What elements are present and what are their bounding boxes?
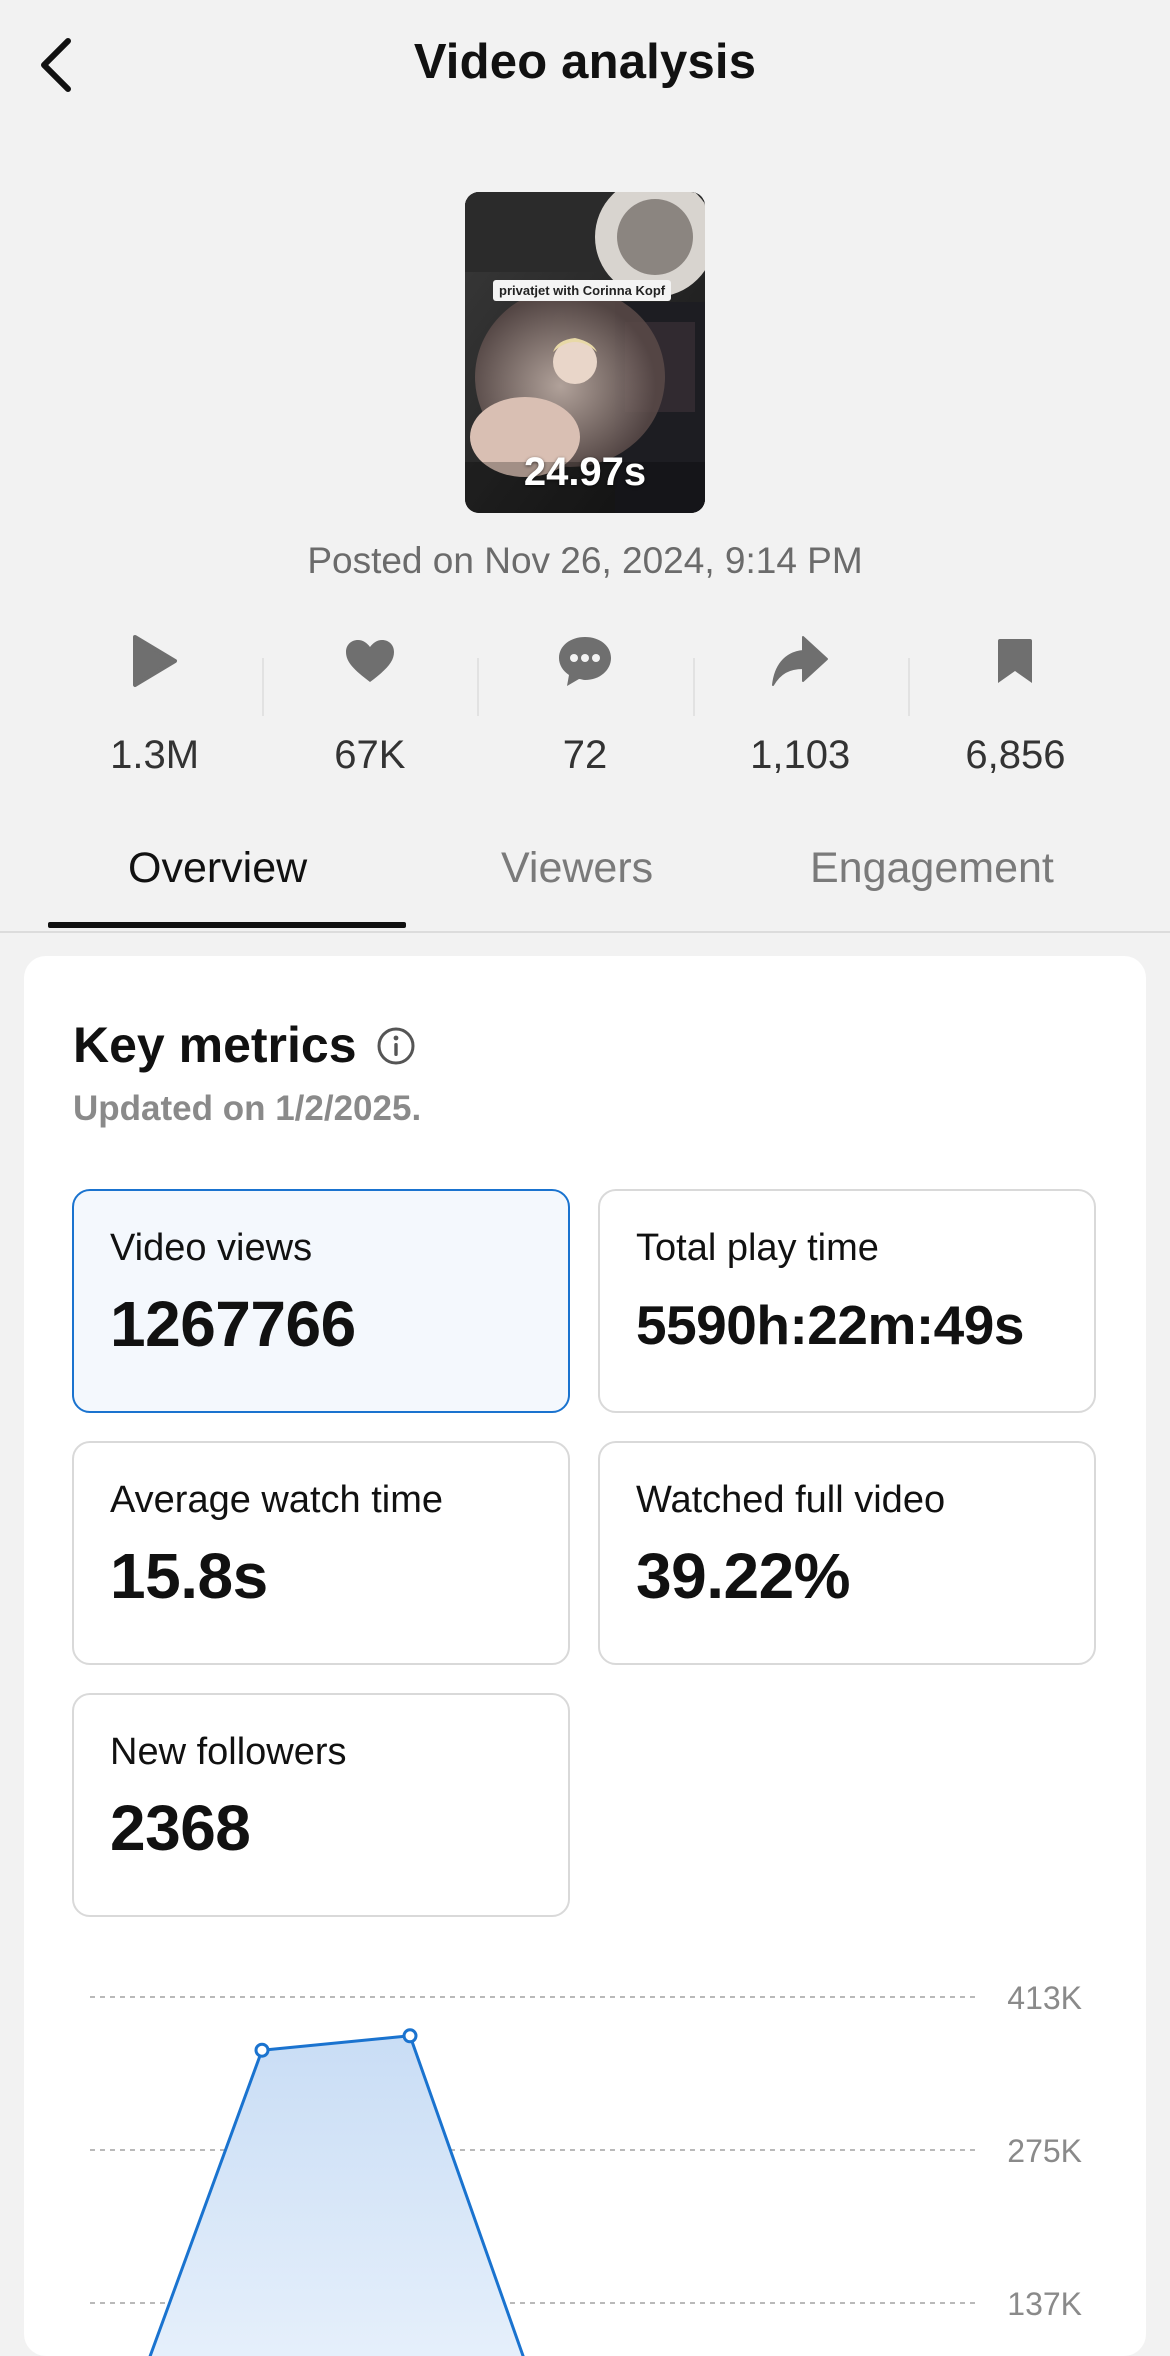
stat-views: 1.3M <box>47 628 262 778</box>
comment-icon <box>559 636 611 686</box>
metric-total-play-time[interactable]: Total play time 5590h:22m:49s <box>598 1189 1096 1413</box>
thumbnail-caption: privatjet with Corinna Kopf <box>493 280 672 301</box>
tab-engagement[interactable]: Engagement <box>810 844 1054 893</box>
stat-value: 1,103 <box>750 733 851 777</box>
metric-average-watch-time[interactable]: Average watch time 15.8s <box>72 1441 570 1665</box>
data-point <box>402 2028 418 2044</box>
series-line <box>148 2034 525 2356</box>
metric-value: 5590h:22m:49s <box>636 1294 1024 1356</box>
stat-likes: 67K <box>262 628 477 778</box>
y-tick-label: 275K <box>1007 2133 1082 2169</box>
posted-date: Posted on Nov 26, 2024, 9:14 PM <box>307 540 863 581</box>
metric-label: Average watch time <box>110 1479 444 1521</box>
active-tab-indicator <box>48 922 406 928</box>
stat-shares: 1,103 <box>692 628 908 778</box>
metric-value: 2368 <box>110 1792 251 1864</box>
stat-value: 6,856 <box>965 733 1066 777</box>
stat-value: 72 <box>562 733 608 777</box>
metric-value: 1267766 <box>110 1288 356 1360</box>
video-thumbnail[interactable]: privatjet with Corinna Kopf 24.97s <box>465 192 705 513</box>
metric-label: New followers <box>110 1731 347 1773</box>
heart-icon <box>345 639 394 682</box>
metric-label: Total play time <box>636 1227 879 1269</box>
data-point <box>254 2042 270 2058</box>
tab-overview[interactable]: Overview <box>128 844 307 893</box>
stat-value: 67K <box>334 733 406 777</box>
metric-new-followers[interactable]: New followers 2368 <box>72 1693 570 1917</box>
metric-watched-full-video[interactable]: Watched full video 39.22% <box>598 1441 1096 1665</box>
bookmark-icon <box>998 638 1033 683</box>
section-title: Key metrics <box>73 1017 357 1073</box>
stat-value: 1.3M <box>110 733 200 777</box>
tab-viewers[interactable]: Viewers <box>501 844 653 893</box>
metric-value: 39.22% <box>636 1540 851 1612</box>
y-tick-label: 137K <box>1007 2286 1082 2322</box>
engagement-stats: 1.3M 67K 72 1,103 6,856 <box>47 628 1123 778</box>
page-title: Video analysis <box>413 35 757 89</box>
updated-date: Updated on 1/2/2025. <box>73 1089 422 1128</box>
metric-value: 15.8s <box>110 1540 268 1612</box>
stat-comments: 72 <box>477 628 692 778</box>
share-icon <box>772 635 829 686</box>
tab-bar: Overview Viewers Engagement <box>0 828 1170 933</box>
play-icon <box>132 634 177 687</box>
stat-saves: 6,856 <box>907 628 1123 778</box>
metric-video-views[interactable]: Video views 1267766 <box>72 1189 570 1413</box>
metric-label: Video views <box>110 1227 313 1269</box>
metric-label: Watched full video <box>636 1479 946 1521</box>
y-tick-label: 413K <box>1007 1980 1082 2016</box>
area-fill <box>150 2035 524 2356</box>
key-metrics-card: Key metrics Updated on 1/2/2025. Video v… <box>24 956 1146 2356</box>
video-duration: 24.97s <box>523 450 647 494</box>
header: Video analysis <box>0 0 1170 130</box>
info-icon[interactable] <box>376 1026 416 1066</box>
